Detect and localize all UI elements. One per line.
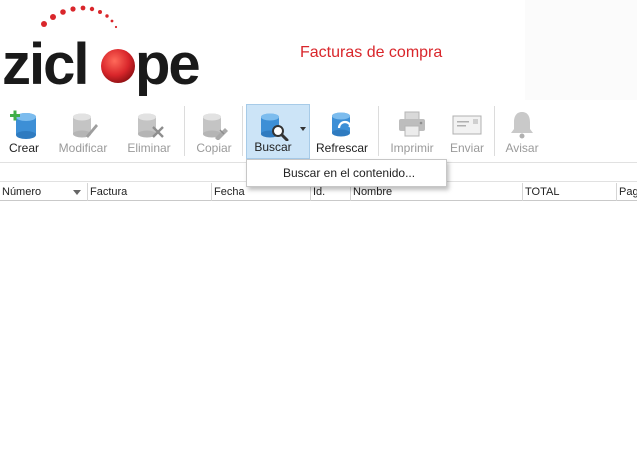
database-add-icon xyxy=(10,110,36,139)
print-button[interactable]: Imprimir xyxy=(386,104,438,159)
printer-icon xyxy=(399,111,425,137)
database-refresh-icon xyxy=(332,112,354,137)
send-button-label: Enviar xyxy=(449,141,484,155)
column-header-numero[interactable]: Número xyxy=(0,183,88,201)
column-header-label: Número xyxy=(2,186,42,198)
column-header-factura[interactable]: Factura xyxy=(88,183,212,201)
header: zicl pe Facturas de compra xyxy=(0,0,637,102)
refresh-button[interactable]: Refrescar xyxy=(314,104,370,159)
toolbar-separator xyxy=(184,106,185,156)
toolbar-separator xyxy=(494,106,495,156)
copy-button[interactable]: Copiar xyxy=(192,104,236,159)
delete-button-label: Eliminar xyxy=(127,141,171,155)
send-button[interactable]: Enviar xyxy=(446,104,488,159)
print-button-label: Imprimir xyxy=(390,141,434,155)
header-right-panel xyxy=(525,0,637,100)
refresh-button-label: Refrescar xyxy=(315,141,368,155)
modify-button-label: Modificar xyxy=(58,141,108,155)
bell-icon xyxy=(511,112,533,139)
database-edit-icon xyxy=(73,113,98,138)
search-button[interactable]: Buscar xyxy=(246,104,310,159)
logo-o xyxy=(101,49,135,83)
logo-text-left: zicl xyxy=(2,32,88,97)
chevron-down-icon[interactable] xyxy=(300,127,306,131)
page-title: Facturas de compra xyxy=(300,44,443,61)
column-header-total[interactable]: TOTAL xyxy=(523,183,617,201)
ziclope-logo: zicl pe xyxy=(2,5,201,97)
database-delete-icon xyxy=(138,113,164,138)
menu-item-search-content[interactable]: Buscar en el contenido... xyxy=(247,160,446,186)
create-button-label: Crear xyxy=(8,141,39,155)
envelope-icon xyxy=(452,115,482,135)
logo-text-right: pe xyxy=(135,32,199,97)
modify-button[interactable]: Modificar xyxy=(54,104,112,159)
toolbar-separator xyxy=(378,106,379,156)
column-header-pag[interactable]: Pag xyxy=(617,183,637,201)
toolbar-separator xyxy=(242,106,243,156)
copy-button-label: Copiar xyxy=(196,141,232,155)
database-copy-icon xyxy=(203,113,228,140)
database-search-icon xyxy=(261,113,289,141)
grid-body[interactable] xyxy=(0,202,637,468)
search-button-label: Buscar xyxy=(254,140,292,154)
toolbar: Crear Modificar Eliminar Copiar Buscar R… xyxy=(0,104,637,160)
search-dropdown-menu: Buscar en el contenido... xyxy=(246,159,447,187)
delete-button[interactable]: Eliminar xyxy=(122,104,176,159)
notify-button[interactable]: Avisar xyxy=(500,104,544,159)
notify-button-label: Avisar xyxy=(505,141,539,155)
create-button[interactable]: Crear xyxy=(2,104,46,159)
sort-down-icon[interactable] xyxy=(73,190,81,195)
